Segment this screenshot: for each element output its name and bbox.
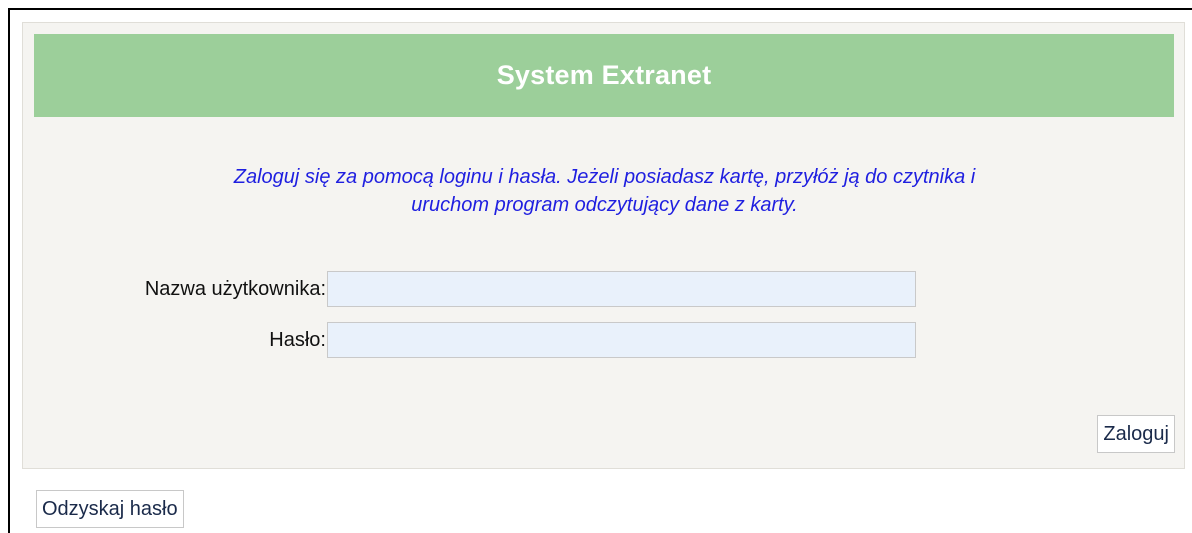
username-input[interactable] (327, 271, 916, 307)
page-title: System Extranet (496, 60, 712, 90)
username-row: Nazwa użytkownika: (23, 270, 916, 308)
recover-password-button[interactable]: Odzyskaj hasło (36, 490, 184, 528)
instructions-line-1: Zaloguj się za pomocą loginu i hasła. Je… (233, 166, 976, 188)
login-button[interactable]: Zaloguj (1097, 415, 1175, 453)
password-row: Hasło: (23, 321, 916, 359)
login-instructions: Zaloguj się za pomocą loginu i hasła. Je… (23, 163, 1186, 219)
instructions-line-2: uruchom program odczytujący dane z karty… (411, 194, 798, 216)
username-label: Nazwa użytkownika: (144, 277, 326, 300)
login-panel: System Extranet Zaloguj się za pomocą lo… (22, 22, 1185, 469)
password-label: Hasło: (269, 328, 326, 351)
password-input[interactable] (327, 322, 916, 358)
header-bar: System Extranet (34, 34, 1174, 117)
